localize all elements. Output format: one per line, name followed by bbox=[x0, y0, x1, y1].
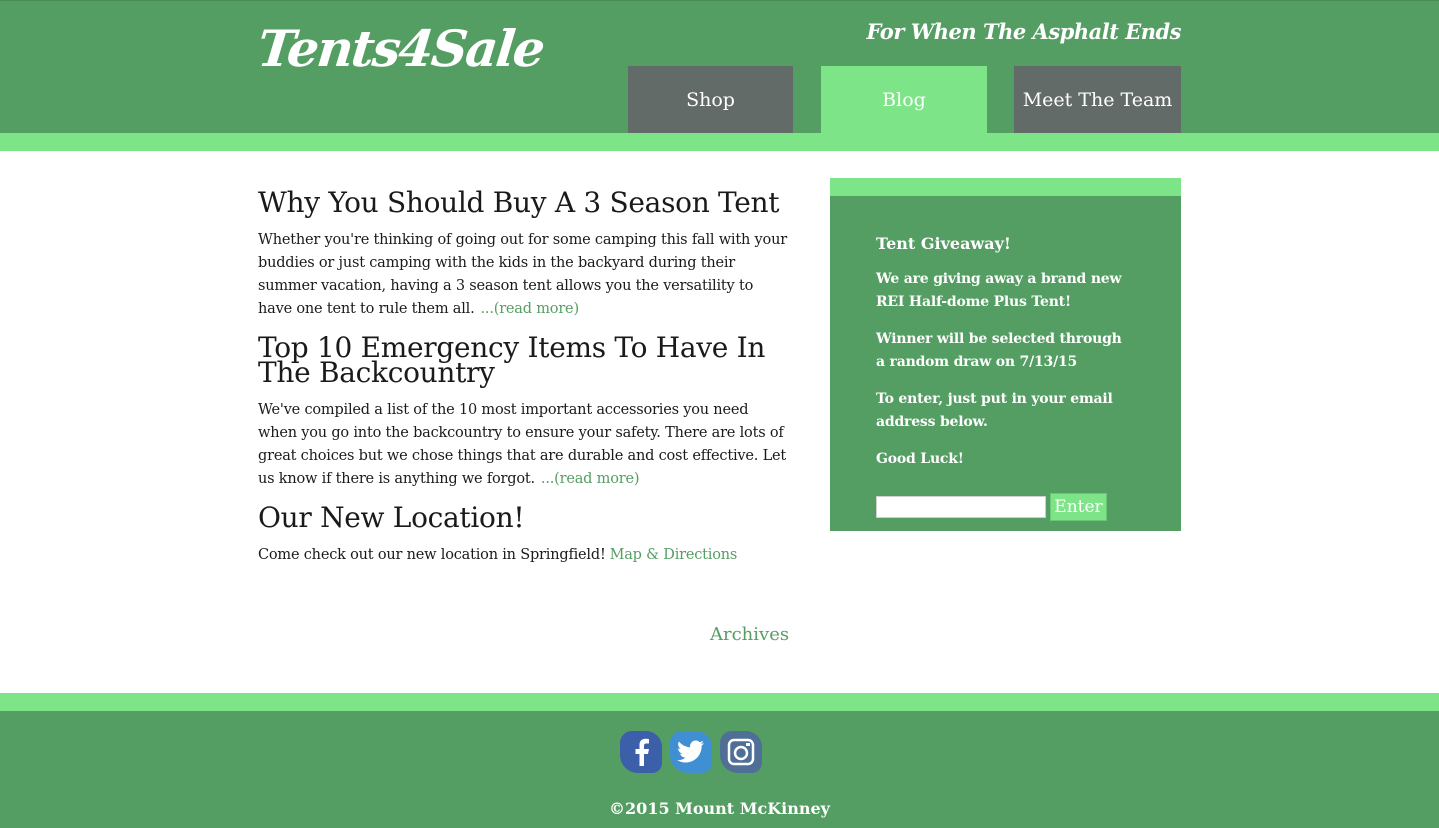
archives-link[interactable]: Archives bbox=[710, 624, 789, 645]
giveaway-text: We are giving away a brand new REI Half-… bbox=[876, 271, 1122, 310]
nav-meet-the-team[interactable]: Meet The Team bbox=[1014, 66, 1181, 134]
enter-button[interactable]: Enter bbox=[1050, 493, 1107, 521]
giveaway-title: Tent Giveaway! bbox=[876, 234, 1011, 253]
nav-blog[interactable]: Blog bbox=[821, 66, 987, 134]
site-logo[interactable]: Tents4Sale bbox=[255, 19, 546, 78]
blog-post: Why You Should Buy A 3 Season Tent Wheth… bbox=[258, 189, 788, 321]
read-more-link[interactable]: ...(read more) bbox=[481, 301, 580, 317]
twitter-glyph bbox=[677, 740, 704, 763]
footer-accent-stripe bbox=[0, 693, 1439, 711]
email-field[interactable] bbox=[876, 496, 1046, 518]
post-excerpt: Whether you're thinking of going out for… bbox=[258, 229, 788, 321]
blog-post-list: Why You Should Buy A 3 Season Tent Wheth… bbox=[258, 189, 788, 581]
giveaway-sidebar: Tent Giveaway! We are giving away a bran… bbox=[830, 196, 1181, 531]
instagram-icon[interactable] bbox=[720, 731, 762, 773]
social-links bbox=[620, 731, 762, 773]
facebook-icon[interactable] bbox=[620, 731, 662, 773]
site-tagline: For When The Asphalt Ends bbox=[866, 19, 1182, 44]
site-header: Tents4Sale For When The Asphalt Ends Sho… bbox=[0, 0, 1439, 134]
instagram-glyph bbox=[727, 738, 755, 766]
blog-post: Our New Location! Come check out our new… bbox=[258, 504, 788, 567]
post-title[interactable]: Why You Should Buy A 3 Season Tent bbox=[258, 189, 788, 217]
post-excerpt: We've compiled a list of the 10 most imp… bbox=[258, 399, 788, 491]
post-title[interactable]: Top 10 Emergency Items To Have In The Ba… bbox=[258, 334, 788, 387]
email-entry-row: Enter bbox=[876, 493, 1107, 521]
facebook-glyph bbox=[635, 738, 649, 766]
giveaway-text: Winner will be selected through a random… bbox=[876, 331, 1122, 370]
sidebar-accent-stripe bbox=[830, 178, 1181, 196]
giveaway-text: To enter, just put in your email address… bbox=[876, 391, 1113, 430]
site-footer: ©2015 Mount McKinney bbox=[0, 711, 1439, 828]
copyright-text: ©2015 Mount McKinney bbox=[609, 799, 830, 818]
post-excerpt-text: We've compiled a list of the 10 most imp… bbox=[258, 402, 787, 487]
post-title[interactable]: Our New Location! bbox=[258, 504, 788, 532]
header-accent-stripe bbox=[0, 133, 1439, 151]
nav-shop[interactable]: Shop bbox=[628, 66, 793, 134]
map-directions-link[interactable]: Map & Directions bbox=[610, 547, 738, 563]
post-excerpt-text: Come check out our new location in Sprin… bbox=[258, 547, 606, 563]
twitter-icon[interactable] bbox=[670, 731, 712, 773]
blog-post: Top 10 Emergency Items To Have In The Ba… bbox=[258, 334, 788, 491]
read-more-link[interactable]: ...(read more) bbox=[541, 471, 640, 487]
post-excerpt: Come check out our new location in Sprin… bbox=[258, 544, 788, 567]
giveaway-text: Good Luck! bbox=[876, 451, 964, 467]
